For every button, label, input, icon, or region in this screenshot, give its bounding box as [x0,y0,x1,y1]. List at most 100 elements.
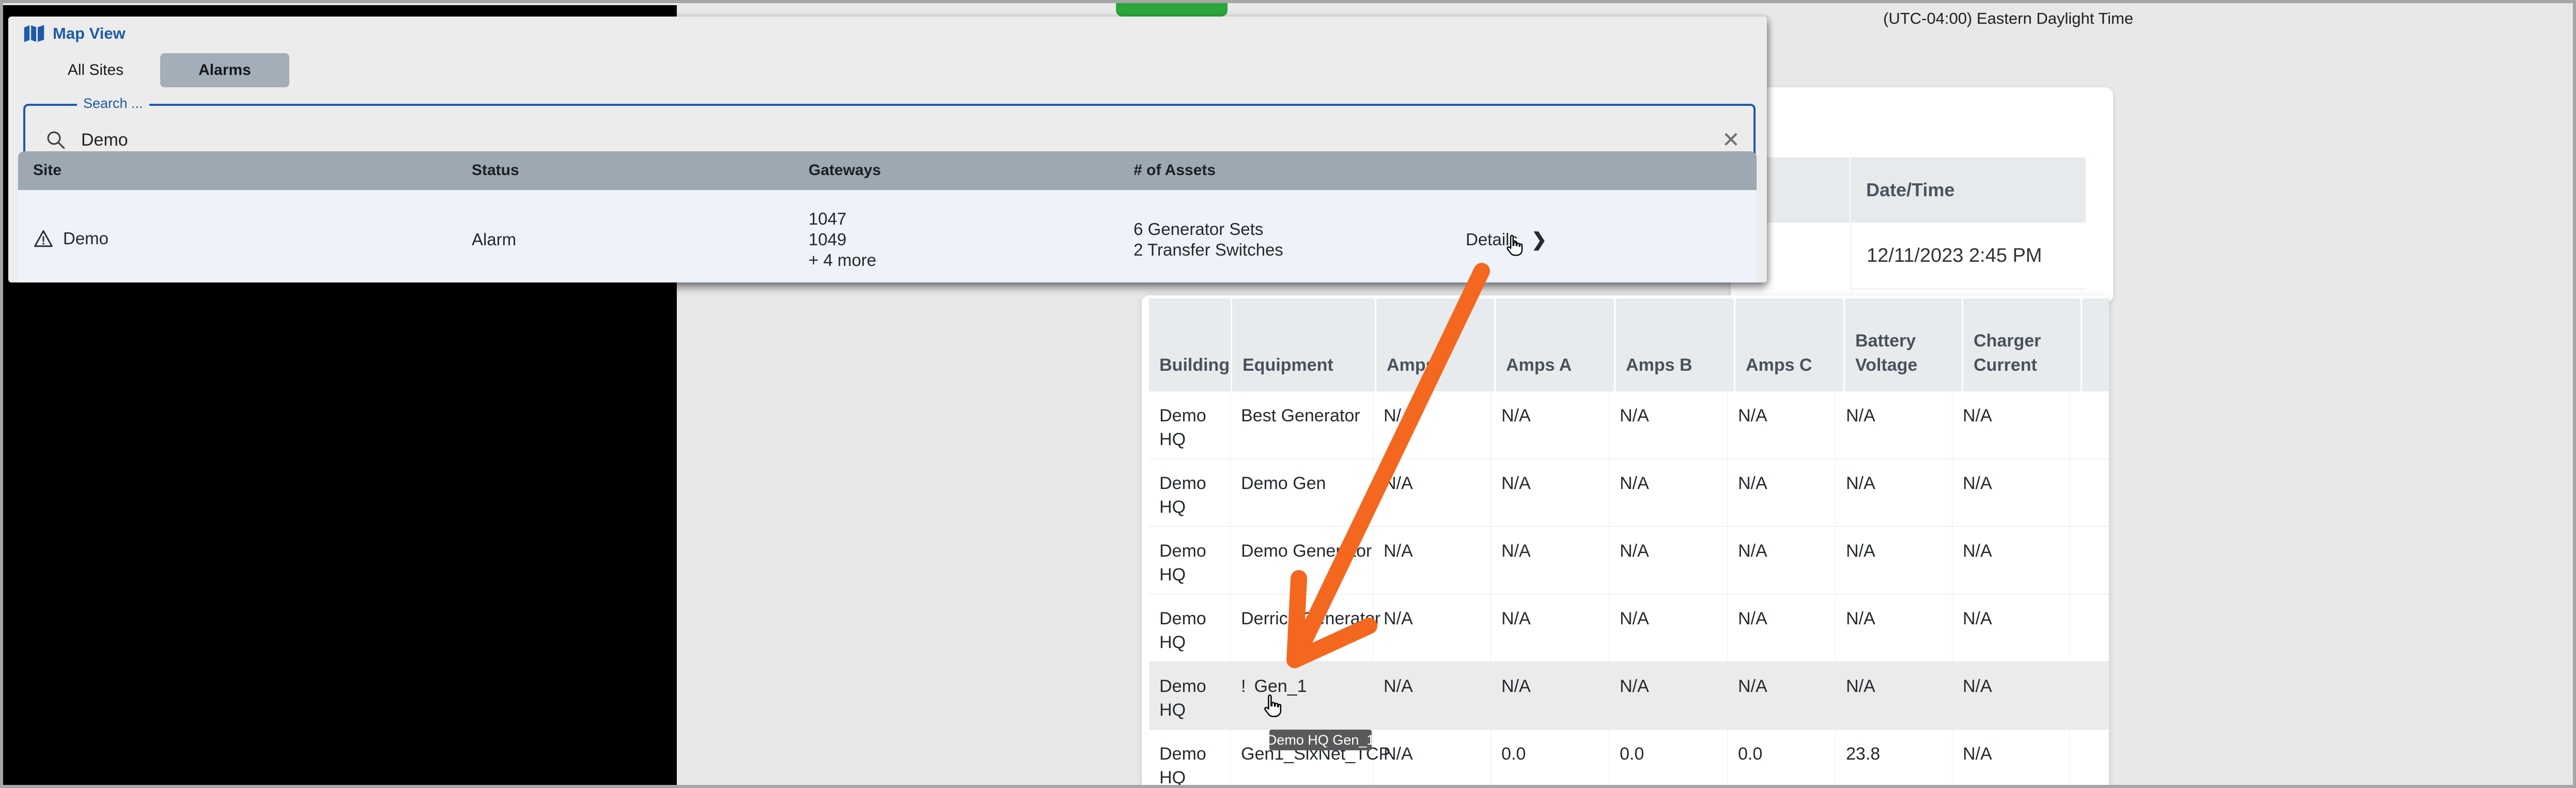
amps-cell: N/A [1373,662,1491,729]
sites-table: Site Status Gateways # of Assets Demo Al… [18,151,1757,282]
column-header-charger-current[interactable]: Charger Current [1963,298,2081,391]
stub-cell [2070,459,2109,526]
datetime-header-cell: Date/Time [1851,157,2086,223]
tab-alarms[interactable]: Alarms [160,53,289,87]
column-header-amps-b[interactable]: Amps B [1616,298,1734,391]
site-cell: Demo [33,229,108,248]
equipment-table-card: Building Equipment Amps Amps A Amps B Am… [1142,295,2109,788]
equipment-cell: Derrick Generator [1231,594,1373,661]
charger-current-cell: N/A [1952,594,2070,661]
amps-a-cell: N/A [1491,391,1609,459]
stub-cell [2070,662,2109,729]
amps-cell: N/A [1373,594,1491,661]
charger-current-cell: N/A [1952,459,2070,526]
amps-b-cell: 0.0 [1609,730,1728,788]
building-cell: Demo HQ [1149,662,1231,729]
stub-cell [2070,730,2109,788]
map-view-dialog: Map View All Sites Alarms Search ... ✕ S… [8,17,1767,282]
battery-voltage-cell: N/A [1836,662,1952,729]
amps-cell: N/A [1373,527,1491,594]
datetime-value-cell: 12/11/2023 2:45 PM [1851,223,2086,289]
column-header-battery-voltage[interactable]: Battery Voltage [1845,298,1962,391]
amps-a-cell: N/A [1491,662,1609,729]
equipment-cell-alarm-link[interactable]: ! Gen_1 [1231,662,1373,729]
details-link[interactable]: Details ❯ [1466,229,1547,250]
dialog-title: Map View [53,24,126,43]
site-row-demo[interactable]: Demo Alarm 1047 1049 + 4 more 6 Generato… [18,190,1757,282]
amps-a-cell: 0.0 [1491,730,1609,788]
column-header-amps-c[interactable]: Amps C [1735,298,1843,391]
amps-b-cell: N/A [1609,527,1728,594]
equipment-cell: Best Generator [1231,391,1373,459]
table-row-gen1-highlighted[interactable]: Demo HQ !Gen_1 N/A N/A N/A N/A N/A N/A [1149,662,2109,730]
battery-voltage-cell: N/A [1836,594,1952,661]
stub-cell [2070,527,2109,594]
column-header-building[interactable]: Building [1149,298,1231,391]
charger-current-cell: N/A [1952,527,2070,594]
amps-c-cell: N/A [1728,662,1836,729]
column-header-stub [2082,298,2109,391]
chevron-right-icon: ❯ [1531,229,1547,250]
equipment-table-header: Building Equipment Amps Amps A Amps B Am… [1149,298,2109,391]
column-header-amps[interactable]: Amps [1376,298,1494,391]
column-header-assets: # of Assets [1134,162,1216,179]
sites-table-header: Site Status Gateways # of Assets [18,151,1757,190]
tooltip: Demo HQ Gen_1 [1269,730,1372,750]
building-cell: Demo HQ [1149,730,1231,788]
amps-a-cell: N/A [1491,459,1609,526]
battery-voltage-cell: N/A [1836,391,1952,459]
equipment-cell: Demo Gen [1231,459,1373,526]
charger-current-cell: N/A [1952,391,2070,459]
stub-cell [2070,391,2109,459]
gateway-line: 1049 [809,229,876,250]
amps-cell: N/A [1373,730,1491,788]
asset-line: 6 Generator Sets [1134,219,1283,240]
gateway-line: 1047 [809,209,876,229]
building-cell: Demo HQ [1149,527,1231,594]
amps-c-cell: 0.0 [1728,730,1836,788]
map-icon [23,24,45,43]
clipped-green-button[interactable] [1116,3,1228,17]
battery-voltage-cell: N/A [1836,527,1952,594]
gateway-more-link[interactable]: + 4 more [809,250,876,271]
amps-b-cell: N/A [1609,391,1728,459]
amps-a-cell: N/A [1491,527,1609,594]
amps-cell: N/A [1373,459,1491,526]
column-header-status: Status [472,162,519,179]
charger-current-cell: N/A [1952,730,2070,788]
table-row[interactable]: Demo HQ Derrick Generator N/A N/A N/A N/… [1149,594,2109,662]
table-row[interactable]: Demo HQ Demo Gen N/A N/A N/A N/A N/A N/A [1149,459,2109,527]
details-label[interactable]: Details [1466,230,1518,249]
building-cell: Demo HQ [1149,594,1231,661]
alarm-exclamation-icon: ! [1241,676,1246,696]
battery-voltage-cell: N/A [1836,459,1952,526]
warning-triangle-icon [33,229,54,248]
timezone-label: (UTC-04:00) Eastern Daylight Time [1883,9,2348,28]
amps-b-cell: N/A [1609,459,1728,526]
dialog-title-row: Map View [23,24,126,43]
equipment-cell: Demo Generator [1231,527,1373,594]
assets-cell: 6 Generator Sets 2 Transfer Switches [1134,219,1283,260]
datetime-table-header: Date/Time [1731,157,2086,223]
amps-c-cell: N/A [1728,459,1836,526]
column-header-amps-a[interactable]: Amps A [1496,298,1614,391]
tab-all-sites[interactable]: All Sites [31,53,160,87]
stub-cell [2070,594,2109,661]
table-row[interactable]: Demo HQ Best Generator N/A N/A N/A N/A N… [1149,391,2109,459]
table-row[interactable]: Demo HQ Demo Generator N/A N/A N/A N/A N… [1149,527,2109,594]
screenshot-root: (UTC-04:00) Eastern Daylight Time Date/T… [0,0,2576,788]
amps-b-cell: N/A [1609,662,1728,729]
column-header-equipment[interactable]: Equipment [1232,298,1375,391]
clear-search-icon[interactable]: ✕ [1722,129,1740,151]
column-header-site: Site [33,162,61,179]
status-cell: Alarm [472,230,516,249]
building-cell: Demo HQ [1149,459,1231,526]
amps-c-cell: N/A [1728,594,1836,661]
search-input[interactable] [80,130,1753,151]
amps-b-cell: N/A [1609,594,1728,661]
datetime-card: Date/Time 12/11/2023 2:45 PM [1731,87,2113,303]
equipment-name[interactable]: Gen_1 [1254,676,1307,696]
site-name: Demo [63,229,108,248]
amps-cell: N/A [1373,391,1491,459]
search-icon [45,129,67,151]
